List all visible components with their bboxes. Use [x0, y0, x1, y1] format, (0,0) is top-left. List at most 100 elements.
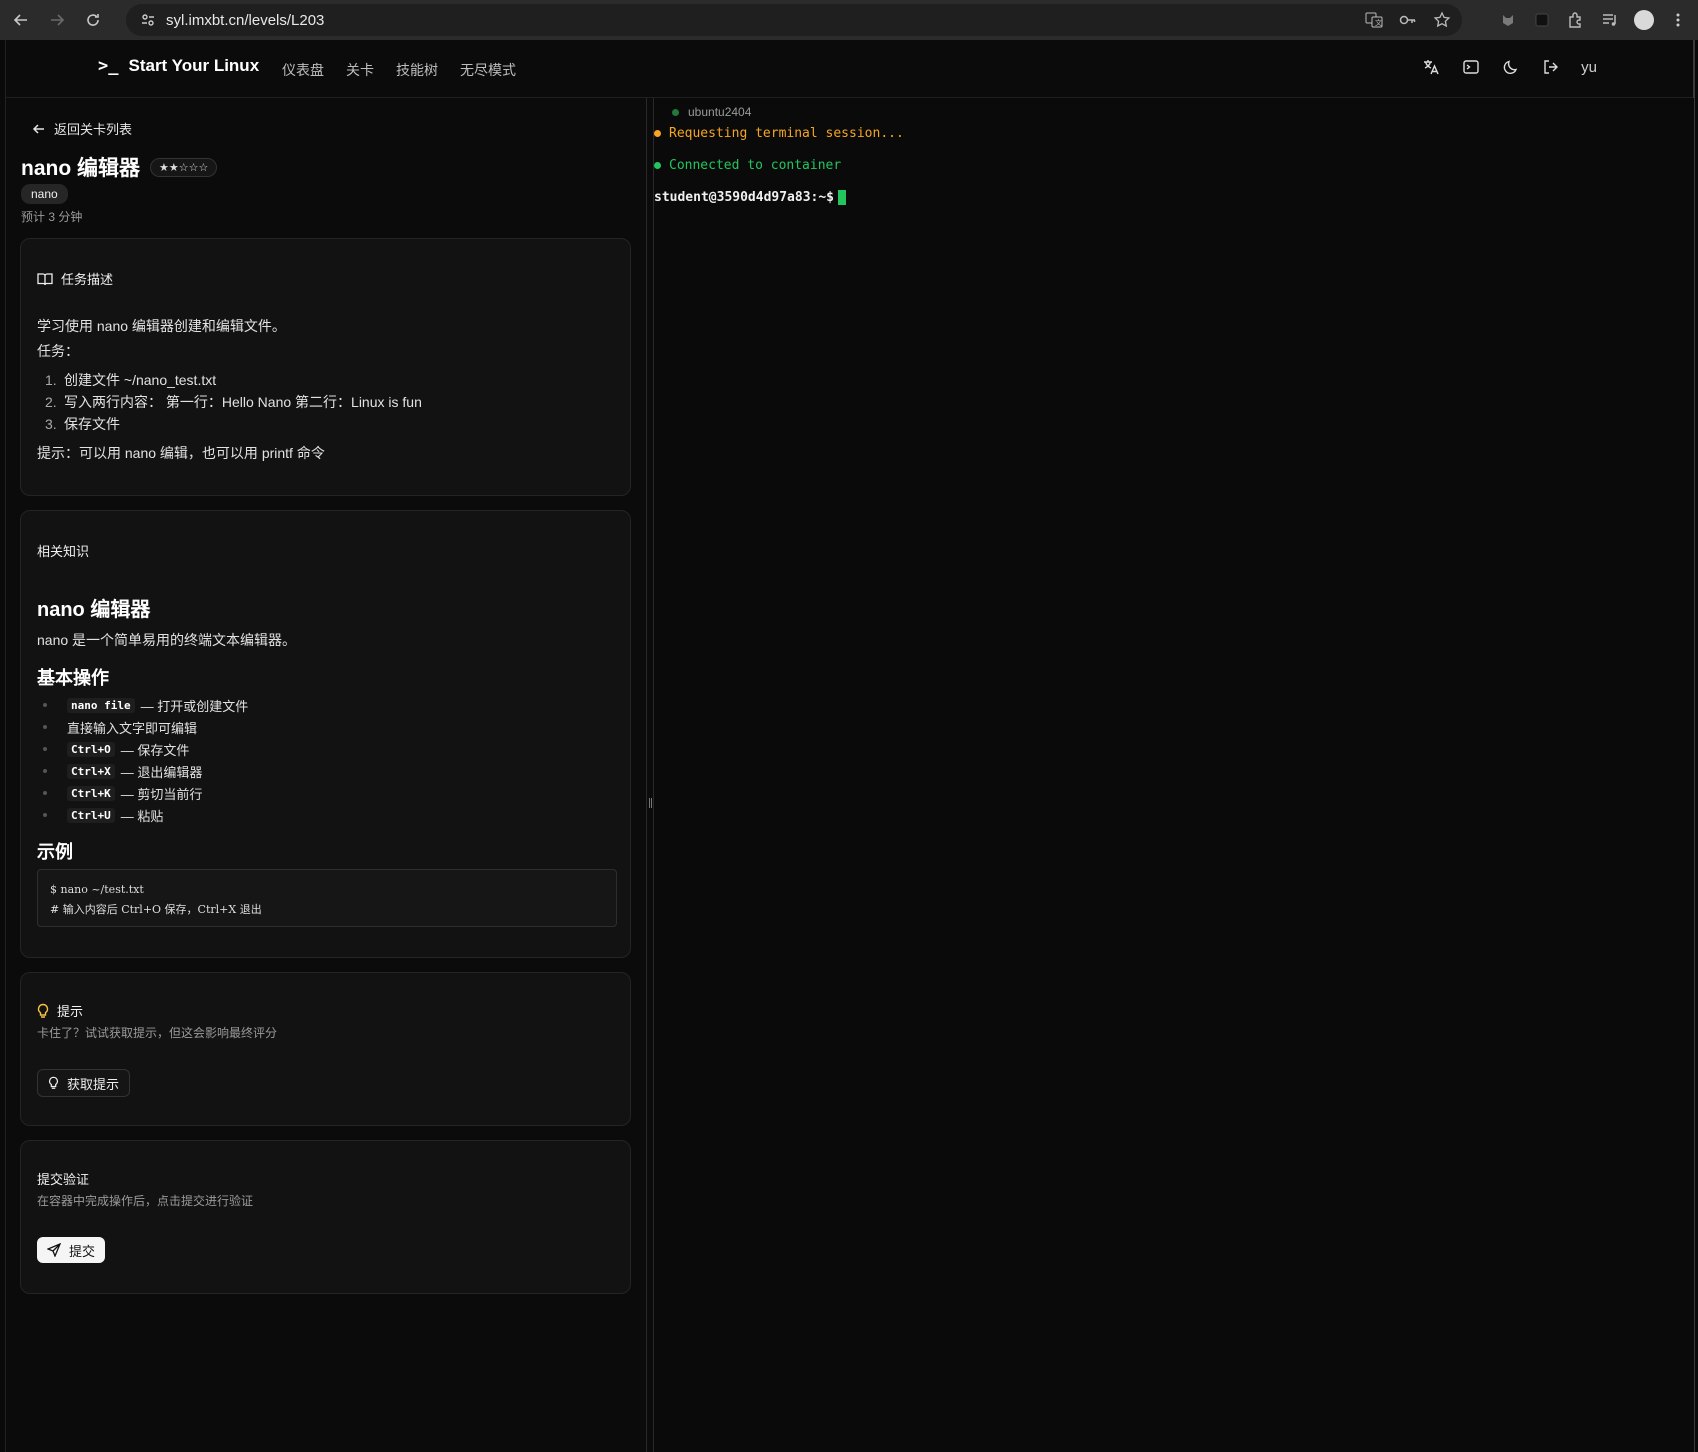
step-text: 保存文件 [64, 416, 120, 432]
brand-name: Start Your Linux [128, 56, 260, 75]
username[interactable]: yu [1581, 59, 1597, 76]
time-estimate: 预计 3 分钟 [21, 210, 83, 224]
extension-dark-icon[interactable] [1532, 10, 1552, 30]
knowledge-paragraph: nano 是一个简单易用的终端文本编辑器。 [37, 632, 297, 648]
key-code: Ctrl+X [67, 763, 115, 779]
submit-label: 提交 [69, 1243, 96, 1259]
ops-list: nano file — 打开或创建文件 直接输入文字即可编辑 Ctrl+O — 保存… [37, 694, 617, 826]
nav-endless-mode[interactable]: 无尽模式 [460, 60, 516, 80]
app-page: >_ Start Your Linux 仪表盘 关卡 技能树 无尽模式 yu 返… [5, 40, 1695, 1452]
terminal-cursor [838, 190, 847, 205]
url-text[interactable]: syl.imxbt.cn/levels/L203 [166, 12, 324, 29]
key-icon[interactable] [1398, 10, 1418, 30]
logout-icon[interactable] [1541, 57, 1561, 77]
lightbulb-icon [49, 1076, 58, 1089]
level-title-row: nano 编辑器 ★★☆☆☆ [21, 152, 218, 182]
forward-arrow-icon[interactable] [42, 5, 72, 35]
basic-ops-heading: 基本操作 [37, 668, 109, 688]
step-number: 3. [45, 416, 57, 432]
hint-heading: 提示 [37, 1001, 83, 1020]
back-to-levels-link[interactable]: 返回关卡列表 [32, 119, 132, 138]
list-item: Ctrl+K — 剪切当前行 [37, 782, 617, 804]
level-tag: nano [21, 184, 68, 204]
terminal-prompt-line[interactable]: student@3590d4d97a83:~$ [654, 190, 847, 205]
terminal-prompt-icon: >_ [98, 56, 119, 76]
op-text: — 退出编辑器 [120, 764, 203, 780]
op-text: 直接输入文字即可编辑 [67, 720, 198, 736]
code-line: $ nano ~/test.txt [50, 883, 144, 896]
list-item: nano file — 打开或创建文件 [37, 694, 617, 716]
send-icon [47, 1243, 61, 1257]
hint-card: 提示 卡住了？试试获取提示，但这会影响最终评分 获取提示 [20, 972, 631, 1126]
brand-logo[interactable]: >_ Start Your Linux [98, 56, 259, 76]
back-arrow-icon[interactable] [6, 5, 36, 35]
arrow-left-icon [32, 123, 44, 134]
hint-heading-text: 提示 [57, 1004, 84, 1019]
code-line: # 输入内容后 Ctrl+O 保存，Ctrl+X 退出 [50, 903, 262, 916]
task-step: 2. 写入两行内容： 第一行：Hello Nano 第二行：Linux is fu… [37, 391, 422, 413]
list-item: Ctrl+O — 保存文件 [37, 738, 617, 760]
kebab-menu-icon[interactable] [1668, 10, 1688, 30]
op-text: — 粘贴 [120, 808, 164, 824]
star-icon[interactable] [1432, 10, 1452, 30]
extensions-puzzle-icon[interactable] [1566, 10, 1586, 30]
nav-levels[interactable]: 关卡 [346, 60, 374, 80]
nav-dashboard[interactable]: 仪表盘 [282, 60, 324, 80]
nav-actions: yu [1421, 57, 1597, 77]
get-hint-button[interactable]: 获取提示 [37, 1069, 131, 1097]
example-heading: 示例 [37, 842, 73, 862]
submit-button[interactable]: 提交 [37, 1237, 106, 1263]
grip-icon[interactable] [649, 798, 652, 808]
reload-icon[interactable] [78, 5, 108, 35]
site-settings-icon[interactable] [138, 10, 158, 30]
step-number: 1. [45, 372, 57, 388]
terminal-line-text: Requesting terminal session... [669, 126, 904, 141]
difficulty-stars: ★★☆☆☆ [150, 157, 218, 177]
terminal-icon[interactable] [1461, 57, 1481, 77]
task-hint-line: 提示：可以用 nano 编辑，也可以用 printf 命令 [37, 445, 325, 461]
lightbulb-icon [37, 1003, 49, 1018]
shell-prompt: student@3590d4d97a83:~$ [654, 190, 835, 205]
level-panel: 返回关卡列表 nano 编辑器 ★★☆☆☆ nano 预计 3 分钟 任务描述 … [6, 98, 646, 1452]
svg-text:文: 文 [1375, 18, 1382, 27]
top-navigation: >_ Start Your Linux 仪表盘 关卡 技能树 无尽模式 yu [6, 40, 1693, 98]
op-text: — 保存文件 [120, 742, 190, 758]
key-code: Ctrl+U [67, 807, 115, 823]
task-step: 3. 保存文件 [37, 413, 422, 435]
media-controls-icon[interactable] [1600, 10, 1620, 30]
status-dot [654, 162, 661, 169]
hint-subtitle: 卡住了？试试获取提示，但这会影响最终评分 [37, 1026, 278, 1040]
terminal-line-text: Connected to container [669, 158, 842, 173]
nav-links: 仪表盘 关卡 技能树 无尽模式 [282, 60, 516, 80]
tasks-label: 任务： [37, 343, 79, 359]
terminal-host: ubuntu2404 [672, 105, 751, 119]
profile-avatar-icon[interactable] [1634, 10, 1654, 30]
extensions-area [1498, 0, 1698, 40]
status-dot [672, 108, 679, 116]
list-item: Ctrl+U — 粘贴 [37, 804, 617, 826]
task-intro: 学习使用 nano 编辑器创建和编辑文件。 [37, 318, 286, 334]
resize-handle[interactable] [646, 98, 654, 1452]
level-title: nano 编辑器 [21, 157, 140, 180]
language-icon[interactable] [1421, 57, 1441, 77]
address-bar[interactable]: syl.imxbt.cn/levels/L203 文 [126, 4, 1462, 36]
step-number: 2. [45, 394, 57, 410]
key-code: Ctrl+O [67, 741, 115, 757]
task-card: 任务描述 学习使用 nano 编辑器创建和编辑文件。 任务： 1. 创建文件 ~/… [20, 238, 631, 496]
step-text: 写入两行内容： 第一行：Hello Nano 第二行：Linux is fun [64, 394, 422, 410]
translate-icon[interactable]: 文 [1364, 10, 1384, 30]
task-heading: 任务描述 [37, 269, 113, 288]
browser-toolbar: syl.imxbt.cn/levels/L203 文 [0, 0, 1698, 40]
step-text: 创建文件 ~/nano_test.txt [64, 372, 217, 388]
status-dot [654, 130, 661, 137]
nav-skill-tree[interactable]: 技能树 [396, 60, 438, 80]
list-item: 直接输入文字即可编辑 [37, 716, 617, 738]
code-block: $ nano ~/test.txt # 输入内容后 Ctrl+O 保存，Ctrl… [37, 869, 617, 927]
op-text: — 打开或创建文件 [140, 698, 249, 714]
terminal-line: Connected to container [654, 158, 841, 173]
submit-heading: 提交验证 [37, 1172, 90, 1187]
terminal-panel[interactable]: ubuntu2404 Requesting terminal session..… [654, 98, 1694, 1452]
dark-mode-moon-icon[interactable] [1501, 57, 1521, 77]
host-name: ubuntu2404 [688, 105, 752, 119]
extension-fox-icon[interactable] [1498, 10, 1518, 30]
